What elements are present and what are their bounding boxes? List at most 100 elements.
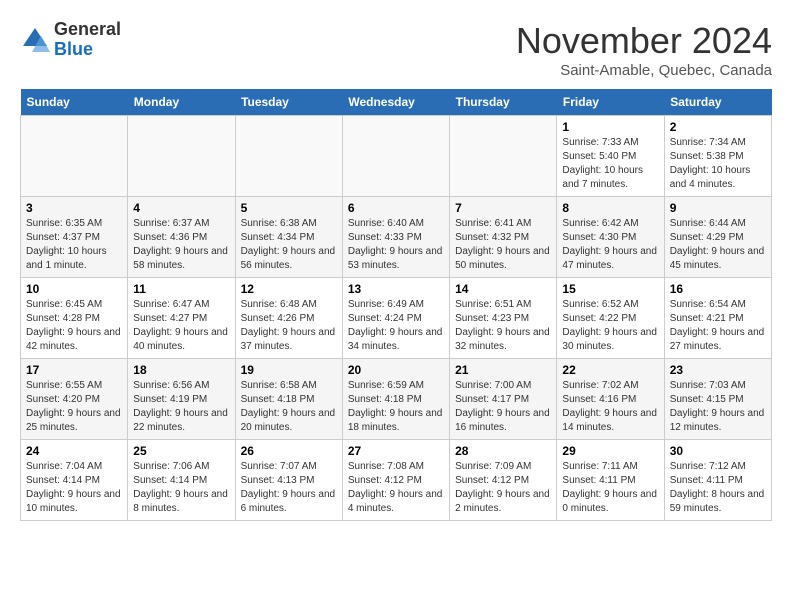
weekday-header: Monday xyxy=(128,89,235,116)
day-info: Sunrise: 6:44 AM Sunset: 4:29 PM Dayligh… xyxy=(670,217,766,273)
day-number: 8 xyxy=(562,201,658,215)
day-info: Sunrise: 6:45 AM Sunset: 4:28 PM Dayligh… xyxy=(26,298,122,354)
day-number: 18 xyxy=(133,363,229,377)
day-number: 26 xyxy=(241,444,337,458)
day-info: Sunrise: 7:09 AM Sunset: 4:12 PM Dayligh… xyxy=(455,460,551,516)
day-info: Sunrise: 7:06 AM Sunset: 4:14 PM Dayligh… xyxy=(133,460,229,516)
day-number: 28 xyxy=(455,444,551,458)
day-number: 4 xyxy=(133,201,229,215)
day-info: Sunrise: 6:54 AM Sunset: 4:21 PM Dayligh… xyxy=(670,298,766,354)
calendar-cell: 12 Sunrise: 6:48 AM Sunset: 4:26 PM Dayli… xyxy=(235,278,342,359)
day-info: Sunrise: 7:08 AM Sunset: 4:12 PM Dayligh… xyxy=(348,460,444,516)
title-area: November 2024 Saint-Amable, Quebec, Cana… xyxy=(516,20,772,79)
calendar-cell: 25 Sunrise: 7:06 AM Sunset: 4:14 PM Dayli… xyxy=(128,440,235,521)
day-info: Sunrise: 6:40 AM Sunset: 4:33 PM Dayligh… xyxy=(348,217,444,273)
calendar-cell: 10 Sunrise: 6:45 AM Sunset: 4:28 PM Dayli… xyxy=(21,278,128,359)
day-number: 27 xyxy=(348,444,444,458)
calendar-week-row: 17 Sunrise: 6:55 AM Sunset: 4:20 PM Dayli… xyxy=(21,359,772,440)
calendar-cell: 9Sunrise: 6:44 AM Sunset: 4:29 PM Daylig… xyxy=(664,197,771,278)
calendar-cell: 24Sunrise: 7:04 AM Sunset: 4:14 PM Dayli… xyxy=(21,440,128,521)
calendar-cell: 23 Sunrise: 7:03 AM Sunset: 4:15 PM Dayli… xyxy=(664,359,771,440)
calendar-week-row: 3 Sunrise: 6:35 AM Sunset: 4:37 PM Daylig… xyxy=(21,197,772,278)
day-info: Sunrise: 6:49 AM Sunset: 4:24 PM Dayligh… xyxy=(348,298,444,354)
day-info: Sunrise: 6:47 AM Sunset: 4:27 PM Dayligh… xyxy=(133,298,229,354)
calendar-cell: 29 Sunrise: 7:11 AM Sunset: 4:11 PM Dayli… xyxy=(557,440,664,521)
day-info: Sunrise: 6:55 AM Sunset: 4:20 PM Dayligh… xyxy=(26,379,122,435)
weekday-header: Tuesday xyxy=(235,89,342,116)
month-title: November 2024 xyxy=(516,20,772,62)
calendar-cell: 13 Sunrise: 6:49 AM Sunset: 4:24 PM Dayli… xyxy=(342,278,449,359)
calendar-cell: 15Sunrise: 6:52 AM Sunset: 4:22 PM Dayli… xyxy=(557,278,664,359)
day-info: Sunrise: 7:34 AM Sunset: 5:38 PM Dayligh… xyxy=(670,136,766,192)
calendar-cell xyxy=(342,116,449,197)
day-number: 29 xyxy=(562,444,658,458)
calendar-cell: 3 Sunrise: 6:35 AM Sunset: 4:37 PM Daylig… xyxy=(21,197,128,278)
day-info: Sunrise: 7:12 AM Sunset: 4:11 PM Dayligh… xyxy=(670,460,766,516)
day-number: 17 xyxy=(26,363,122,377)
day-info: Sunrise: 7:03 AM Sunset: 4:15 PM Dayligh… xyxy=(670,379,766,435)
calendar-cell: 17 Sunrise: 6:55 AM Sunset: 4:20 PM Dayli… xyxy=(21,359,128,440)
calendar-cell: 26Sunrise: 7:07 AM Sunset: 4:13 PM Dayli… xyxy=(235,440,342,521)
calendar-cell: 11 Sunrise: 6:47 AM Sunset: 4:27 PM Dayli… xyxy=(128,278,235,359)
day-info: Sunrise: 6:35 AM Sunset: 4:37 PM Dayligh… xyxy=(26,217,122,273)
calendar-cell xyxy=(235,116,342,197)
day-info: Sunrise: 7:02 AM Sunset: 4:16 PM Dayligh… xyxy=(562,379,658,435)
day-number: 1 xyxy=(562,120,658,134)
calendar-cell: 18 Sunrise: 6:56 AM Sunset: 4:19 PM Dayli… xyxy=(128,359,235,440)
day-number: 12 xyxy=(241,282,337,296)
calendar-cell: 2 Sunrise: 7:34 AM Sunset: 5:38 PM Daylig… xyxy=(664,116,771,197)
day-info: Sunrise: 7:11 AM Sunset: 4:11 PM Dayligh… xyxy=(562,460,658,516)
calendar-cell: 20 Sunrise: 6:59 AM Sunset: 4:18 PM Dayli… xyxy=(342,359,449,440)
day-info: Sunrise: 7:04 AM Sunset: 4:14 PM Dayligh… xyxy=(26,460,122,516)
weekday-header: Friday xyxy=(557,89,664,116)
calendar-week-row: 24Sunrise: 7:04 AM Sunset: 4:14 PM Dayli… xyxy=(21,440,772,521)
day-number: 14 xyxy=(455,282,551,296)
logo-text: General Blue xyxy=(54,20,121,60)
day-number: 10 xyxy=(26,282,122,296)
day-number: 11 xyxy=(133,282,229,296)
day-info: Sunrise: 6:52 AM Sunset: 4:22 PM Dayligh… xyxy=(562,298,658,354)
day-number: 30 xyxy=(670,444,766,458)
day-number: 19 xyxy=(241,363,337,377)
calendar-cell: 6 Sunrise: 6:40 AM Sunset: 4:33 PM Daylig… xyxy=(342,197,449,278)
calendar-table: SundayMondayTuesdayWednesdayThursdayFrid… xyxy=(20,89,772,521)
calendar-cell: 27 Sunrise: 7:08 AM Sunset: 4:12 PM Dayli… xyxy=(342,440,449,521)
day-number: 2 xyxy=(670,120,766,134)
calendar-cell xyxy=(128,116,235,197)
day-info: Sunrise: 6:59 AM Sunset: 4:18 PM Dayligh… xyxy=(348,379,444,435)
day-number: 25 xyxy=(133,444,229,458)
day-number: 3 xyxy=(26,201,122,215)
day-number: 13 xyxy=(348,282,444,296)
logo: General Blue xyxy=(20,20,121,60)
weekday-header: Thursday xyxy=(450,89,557,116)
calendar-cell: 28 Sunrise: 7:09 AM Sunset: 4:12 PM Dayli… xyxy=(450,440,557,521)
day-info: Sunrise: 6:41 AM Sunset: 4:32 PM Dayligh… xyxy=(455,217,551,273)
calendar-cell: 19 Sunrise: 6:58 AM Sunset: 4:18 PM Dayli… xyxy=(235,359,342,440)
calendar-cell xyxy=(21,116,128,197)
day-info: Sunrise: 6:48 AM Sunset: 4:26 PM Dayligh… xyxy=(241,298,337,354)
calendar-cell xyxy=(450,116,557,197)
calendar-cell: 7 Sunrise: 6:41 AM Sunset: 4:32 PM Daylig… xyxy=(450,197,557,278)
day-number: 22 xyxy=(562,363,658,377)
day-number: 6 xyxy=(348,201,444,215)
calendar-cell: 30 Sunrise: 7:12 AM Sunset: 4:11 PM Dayli… xyxy=(664,440,771,521)
day-number: 5 xyxy=(241,201,337,215)
day-info: Sunrise: 6:51 AM Sunset: 4:23 PM Dayligh… xyxy=(455,298,551,354)
calendar-week-row: 10 Sunrise: 6:45 AM Sunset: 4:28 PM Dayli… xyxy=(21,278,772,359)
day-info: Sunrise: 7:00 AM Sunset: 4:17 PM Dayligh… xyxy=(455,379,551,435)
calendar-week-row: 1Sunrise: 7:33 AM Sunset: 5:40 PM Daylig… xyxy=(21,116,772,197)
calendar-cell: 21Sunrise: 7:00 AM Sunset: 4:17 PM Dayli… xyxy=(450,359,557,440)
calendar-cell: 4Sunrise: 6:37 AM Sunset: 4:36 PM Daylig… xyxy=(128,197,235,278)
calendar-cell: 14 Sunrise: 6:51 AM Sunset: 4:23 PM Dayli… xyxy=(450,278,557,359)
weekday-header: Sunday xyxy=(21,89,128,116)
day-number: 7 xyxy=(455,201,551,215)
page-header: General Blue November 2024 Saint-Amable,… xyxy=(20,20,772,79)
day-info: Sunrise: 6:56 AM Sunset: 4:19 PM Dayligh… xyxy=(133,379,229,435)
day-info: Sunrise: 6:42 AM Sunset: 4:30 PM Dayligh… xyxy=(562,217,658,273)
day-number: 23 xyxy=(670,363,766,377)
weekday-header-row: SundayMondayTuesdayWednesdayThursdayFrid… xyxy=(21,89,772,116)
day-info: Sunrise: 6:58 AM Sunset: 4:18 PM Dayligh… xyxy=(241,379,337,435)
calendar-cell: 22 Sunrise: 7:02 AM Sunset: 4:16 PM Dayli… xyxy=(557,359,664,440)
weekday-header: Saturday xyxy=(664,89,771,116)
day-number: 20 xyxy=(348,363,444,377)
